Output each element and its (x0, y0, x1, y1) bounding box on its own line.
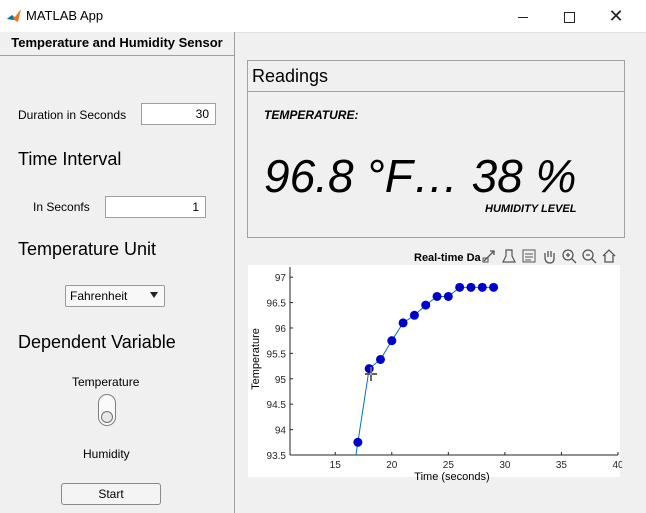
y-tick-label: 96 (275, 324, 287, 335)
temperature-unit-heading: Temperature Unit (18, 239, 157, 259)
interval-field[interactable]: 1 (105, 196, 206, 218)
panel-header: Temperature and Humidity Sensor (0, 32, 234, 56)
y-tick-label: 96.5 (267, 299, 287, 310)
data-point[interactable] (398, 318, 408, 328)
y-tick-label: 94.5 (267, 400, 287, 411)
minimize-button[interactable] (503, 4, 543, 28)
x-tick-label: 40 (612, 460, 622, 471)
y-tick-label: 94 (275, 426, 287, 437)
data-point[interactable] (443, 291, 453, 301)
toggle-humidity-label: Humidity (83, 447, 130, 461)
data-point[interactable] (466, 282, 476, 292)
duration-label: Duration in Seconds (18, 108, 127, 122)
control-panel: Temperature and Humidity Sensor Duration… (0, 32, 235, 513)
interval-label: In Seconfs (33, 200, 90, 214)
data-point[interactable] (432, 291, 442, 301)
y-tick-label: 97 (275, 273, 287, 284)
brush-icon[interactable] (522, 249, 536, 263)
data-point[interactable] (477, 282, 487, 292)
temperature-label: TEMPERATURE: (264, 108, 359, 122)
readings-title: Readings (248, 61, 624, 92)
data-point[interactable] (421, 300, 431, 310)
x-tick-label: 30 (499, 460, 511, 471)
data-point[interactable] (387, 336, 397, 346)
data-point[interactable] (489, 282, 499, 292)
realtime-plot: Real-time Da Time (seconds) Temperature … (240, 247, 624, 487)
window-title: MATLAB App (26, 8, 104, 23)
chart-title: Real-time Da (414, 252, 482, 264)
x-tick-label: 25 (443, 460, 455, 471)
time-interval-heading: Time Interval (18, 149, 122, 169)
y-axis-label: Temperature (250, 328, 262, 390)
data-point[interactable] (455, 282, 465, 292)
maximize-button[interactable] (549, 4, 589, 28)
toggle-temperature-label: Temperature (72, 375, 140, 389)
readings-display-value: 96.8 °F… 38 % (264, 150, 577, 202)
dropdown-value: Fahrenheit (70, 289, 128, 303)
x-tick-label: 35 (556, 460, 568, 471)
y-tick-label: 95.5 (267, 349, 287, 360)
duration-field[interactable]: 30 (141, 103, 216, 125)
minimize-icon (518, 16, 528, 18)
data-point[interactable] (409, 310, 419, 320)
home-icon[interactable] (602, 249, 616, 263)
data-tip-icon[interactable] (502, 249, 516, 263)
data-point[interactable] (375, 354, 385, 364)
dependent-variable-heading: Dependent Variable (18, 332, 176, 352)
toggle-knob[interactable] (101, 411, 113, 423)
data-point[interactable] (353, 437, 363, 447)
pan-icon[interactable] (542, 249, 556, 264)
zoom-out-icon[interactable] (582, 249, 597, 264)
export-icon[interactable] (482, 249, 496, 263)
x-tick-label: 20 (386, 460, 398, 471)
x-tick-label: 15 (330, 460, 342, 471)
maximize-icon (563, 11, 575, 23)
x-axis-label: Time (seconds) (414, 471, 489, 483)
dependent-variable-toggle[interactable] (98, 394, 116, 426)
matlab-logo-icon (7, 9, 21, 22)
temperature-chart: Real-time Da Time (seconds) Temperature … (248, 249, 624, 483)
title-bar: MATLAB App ✕ (0, 0, 646, 33)
y-tick-label: 95 (275, 375, 287, 386)
temperature-unit-dropdown[interactable]: Fahrenheit (65, 285, 165, 307)
close-icon: ✕ (608, 6, 624, 26)
y-tick-label: 93.5 (267, 451, 287, 462)
chevron-down-icon (150, 292, 158, 298)
close-button[interactable]: ✕ (596, 4, 636, 28)
readings-panel: Readings TEMPERATURE: 96.8 °F… 38 % HUMI… (247, 60, 625, 238)
data-point[interactable] (364, 364, 374, 374)
zoom-in-icon[interactable] (562, 249, 577, 264)
humidity-level-label: HUMIDITY LEVEL (485, 203, 577, 215)
start-button[interactable]: Start (61, 483, 161, 505)
